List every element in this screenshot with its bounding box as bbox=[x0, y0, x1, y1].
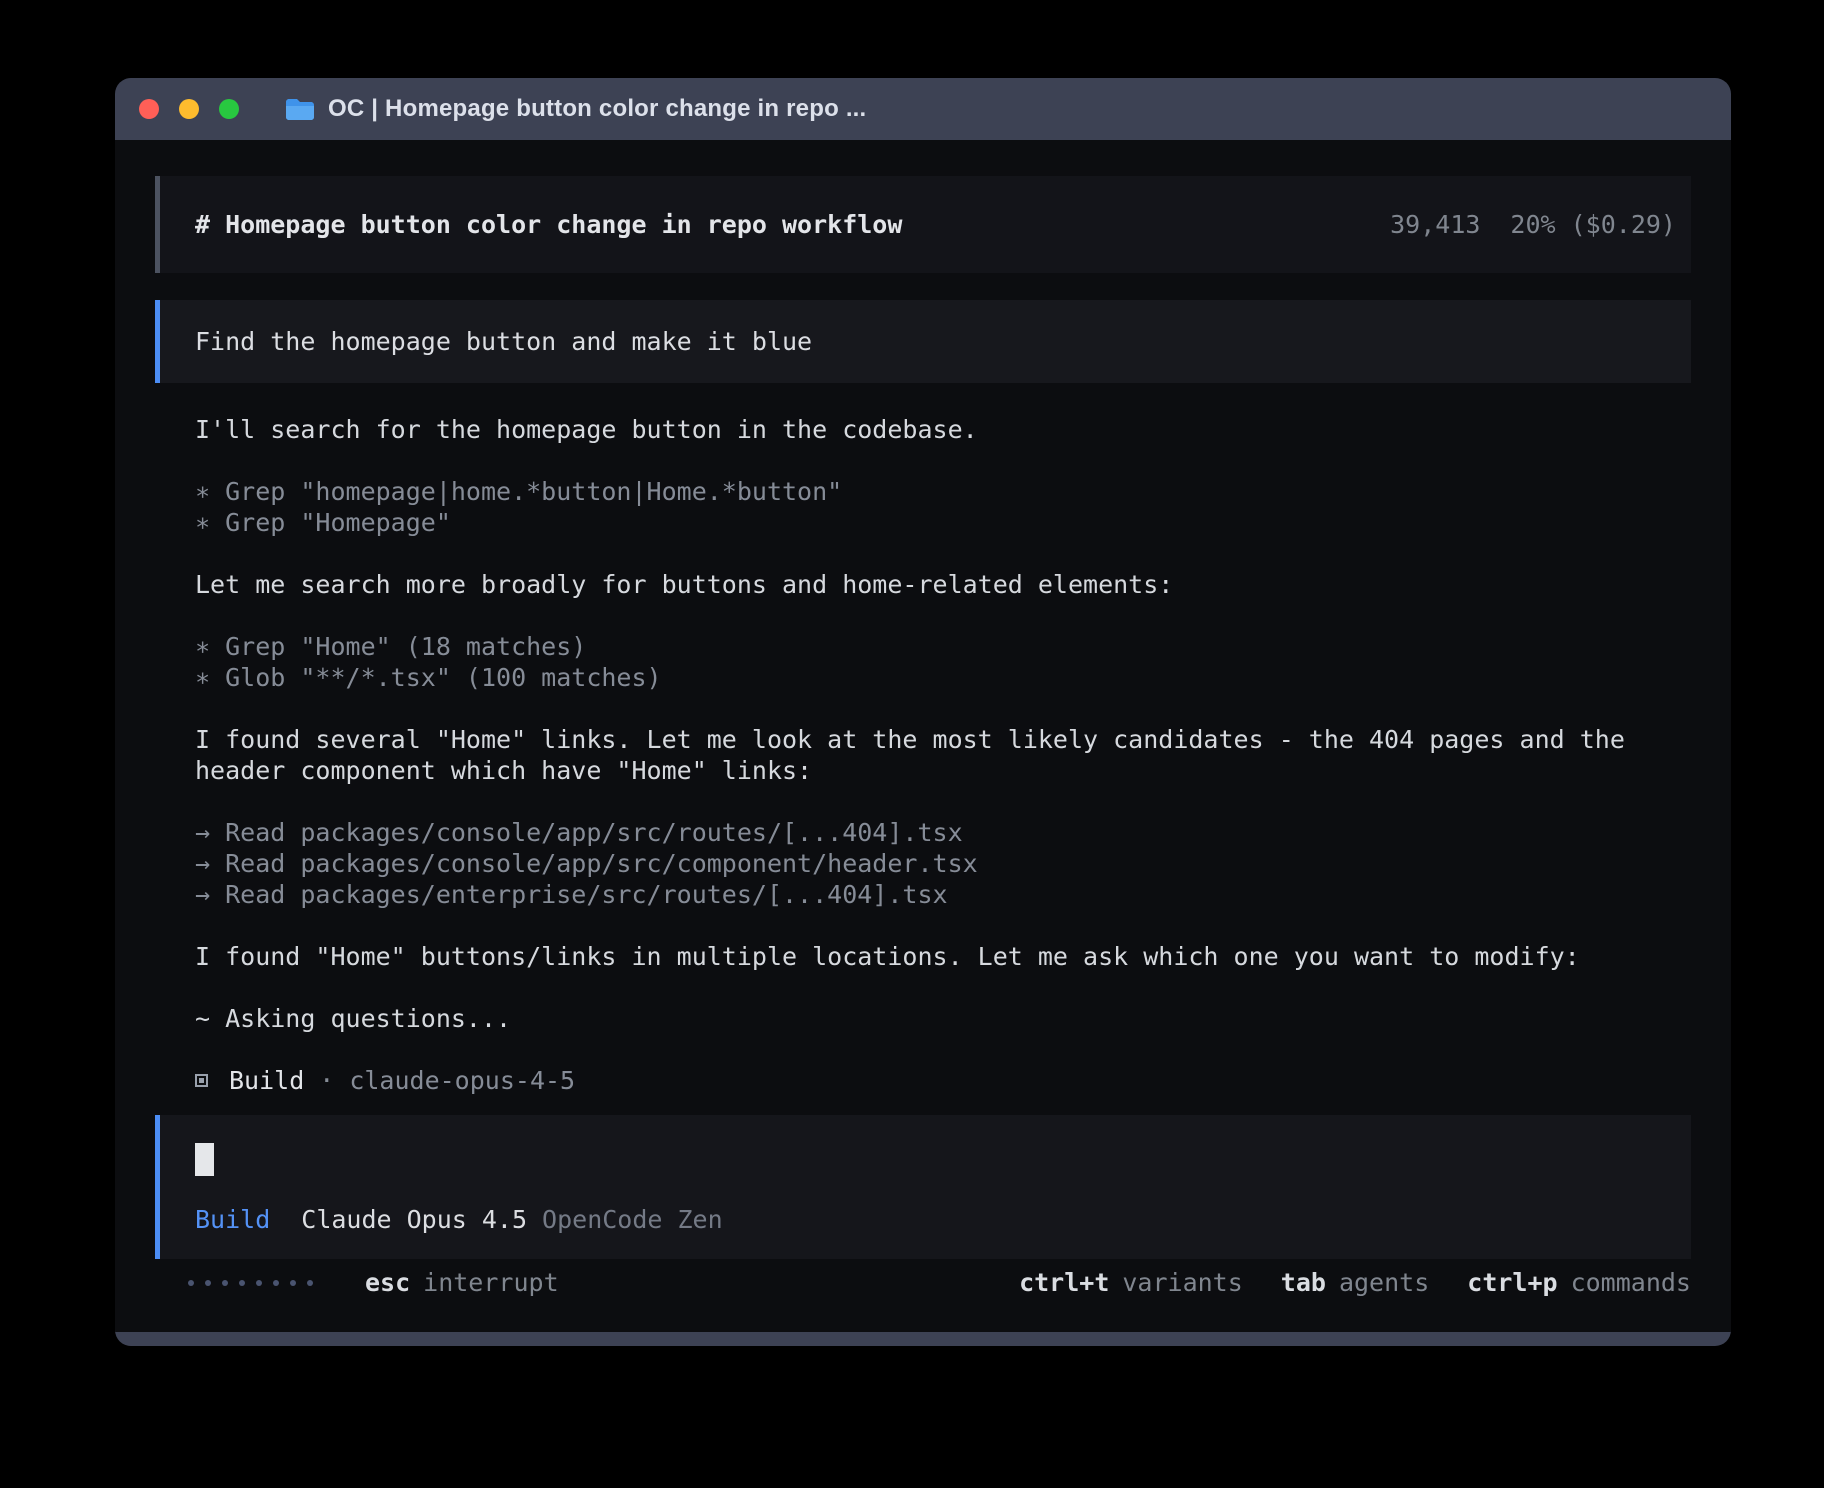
agent-separator: · bbox=[319, 1066, 334, 1095]
window-titlebar: OC | Homepage button color change in rep… bbox=[115, 78, 1731, 140]
user-message: Find the homepage button and make it blu… bbox=[155, 300, 1691, 383]
tool-call-grep: ∗ Grep "homepage|home.*button|Home.*butt… bbox=[195, 476, 1691, 507]
text-cursor bbox=[195, 1143, 214, 1176]
session-header: # Homepage button color change in repo w… bbox=[155, 176, 1691, 273]
tool-call-grep: ∗ Grep "Homepage" bbox=[195, 507, 1691, 538]
esc-key-label: interrupt bbox=[423, 1268, 558, 1297]
traffic-lights bbox=[139, 99, 259, 119]
close-button[interactable] bbox=[139, 99, 159, 119]
window-title-group: OC | Homepage button color change in rep… bbox=[285, 95, 866, 123]
user-message-text: Find the homepage button and make it blu… bbox=[195, 327, 812, 356]
tool-call-read: → Read packages/console/app/src/componen… bbox=[195, 848, 1691, 879]
folder-icon bbox=[285, 97, 315, 122]
agent-name: Build bbox=[229, 1066, 304, 1095]
tool-call-glob: ∗ Glob "**/*.tsx" (100 matches) bbox=[195, 662, 1691, 693]
hint-agents: tab agents bbox=[1281, 1268, 1429, 1297]
agent-icon bbox=[195, 1074, 208, 1087]
assistant-message: I found "Home" buttons/links in multiple… bbox=[195, 941, 1691, 972]
minimize-button[interactable] bbox=[179, 99, 199, 119]
token-count: 39,413 bbox=[1390, 210, 1480, 239]
window-title: OC | Homepage button color change in rep… bbox=[328, 95, 866, 123]
assistant-message: I found several "Home" links. Let me loo… bbox=[195, 724, 1655, 786]
assistant-message: I'll search for the homepage button in t… bbox=[195, 414, 1691, 445]
tool-call-read: → Read packages/enterprise/src/routes/[.… bbox=[195, 879, 1691, 910]
session-stats: 39,413 20% ($0.29) bbox=[1390, 210, 1676, 239]
agent-status-line: Build · claude-opus-4-5 bbox=[195, 1065, 1691, 1096]
input-mode-label: Build bbox=[195, 1204, 270, 1235]
agent-model: claude-opus-4-5 bbox=[349, 1066, 575, 1095]
progress-dots bbox=[188, 1280, 313, 1286]
terminal-window: OC | Homepage button color change in rep… bbox=[115, 78, 1731, 1346]
input-provider-label: OpenCode Zen bbox=[542, 1204, 723, 1235]
tool-call-grep: ∗ Grep "Home" (18 matches) bbox=[195, 631, 1691, 662]
input-model-label: Claude Opus 4.5 bbox=[301, 1204, 527, 1235]
input-meta: Build Claude Opus 4.5 OpenCode Zen bbox=[195, 1204, 1656, 1235]
session-title: # Homepage button color change in repo w… bbox=[195, 210, 902, 239]
zoom-button[interactable] bbox=[219, 99, 239, 119]
hint-variants: ctrl+t variants bbox=[1019, 1268, 1243, 1297]
hint-commands: ctrl+p commands bbox=[1467, 1268, 1691, 1297]
status-message: ~ Asking questions... bbox=[195, 1003, 1691, 1034]
context-cost: 20% ($0.29) bbox=[1510, 210, 1676, 239]
status-bar: esc interrupt ctrl+t variants tab agents… bbox=[188, 1267, 1691, 1298]
esc-key-hint: esc bbox=[365, 1268, 410, 1297]
assistant-message: Let me search more broadly for buttons a… bbox=[195, 569, 1691, 600]
tool-call-read: → Read packages/console/app/src/routes/[… bbox=[195, 817, 1691, 848]
terminal-content: # Homepage button color change in repo w… bbox=[115, 140, 1731, 1332]
prompt-input[interactable]: Build Claude Opus 4.5 OpenCode Zen bbox=[155, 1115, 1691, 1259]
